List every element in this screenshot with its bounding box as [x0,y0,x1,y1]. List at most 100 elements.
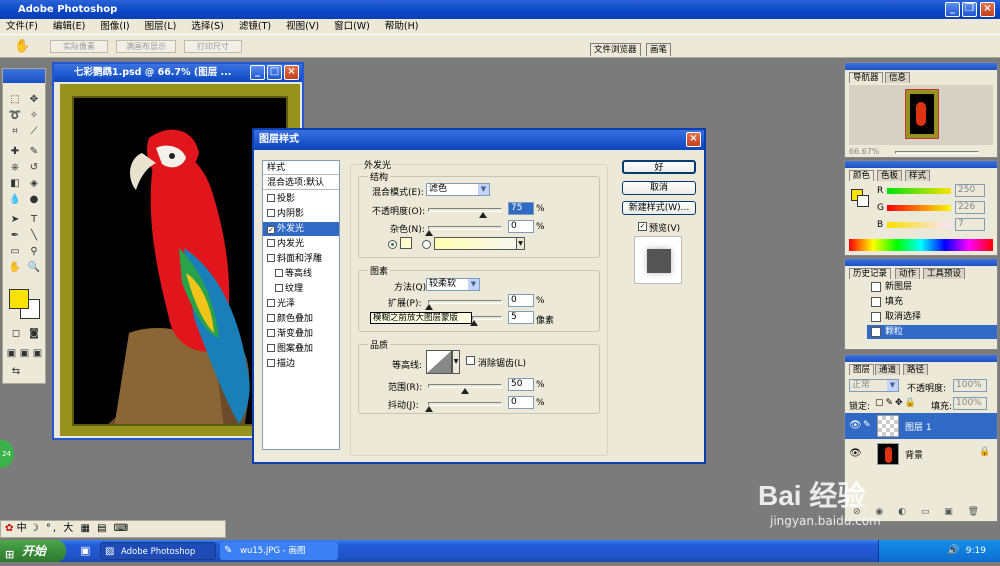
menu-edit[interactable]: 编辑(E) [47,19,91,34]
tab-color[interactable]: 颜色 [849,170,875,181]
b-channel-slider[interactable] [887,222,951,228]
standard-mode-icon[interactable]: ◻ [7,327,25,340]
opacity-slider-thumb[interactable] [479,212,487,218]
cancel-button[interactable]: 取消 [622,181,696,195]
layer-name[interactable]: 图层 1 [905,420,932,433]
tab-channels[interactable]: 通道 [875,364,901,375]
menu-window[interactable]: 窗口(W) [328,19,376,34]
opacity-slider[interactable] [428,208,502,218]
opacity-input[interactable]: 75 [508,202,534,215]
checkbox[interactable] [267,344,275,352]
blend-mode-select[interactable]: 滤色 ▼ [426,183,490,196]
notes-tool-icon[interactable]: ▭ [6,245,24,258]
zoom-tool-icon[interactable]: 🔍 [25,261,43,274]
history-item[interactable]: 新图层 [867,280,997,294]
antialias-checkbox[interactable] [466,356,475,365]
eyedropper-icon[interactable]: ⚲ [25,245,43,258]
fit-on-screen-button[interactable]: 满画布显示 [116,40,176,53]
method-select[interactable]: 较柔软 ▼ [426,278,480,291]
tab-history[interactable]: 历史记录 [849,268,892,279]
glow-color-swatch[interactable] [400,237,412,249]
line-tool-icon[interactable]: ╲ [25,229,43,242]
print-size-button[interactable]: 打印尺寸 [184,40,242,53]
doc-minimize-button[interactable]: _ [250,65,265,80]
range-input[interactable]: 50 [508,378,534,391]
style-list-header[interactable]: 样式 [263,161,339,175]
eraser-tool-icon[interactable]: ◧ [6,177,24,190]
history-item[interactable]: 取消选择 [867,310,997,324]
ime-mode[interactable]: 中 [17,523,27,534]
tab-tool-presets[interactable]: 工具预设 [923,268,966,279]
tab-actions[interactable]: 动作 [895,268,921,279]
history-brush-icon[interactable]: ↺ [25,161,43,174]
new-style-button[interactable]: 新建样式(W)... [622,201,696,215]
range-slider-thumb[interactable] [461,388,469,394]
jitter-slider-thumb[interactable] [425,406,433,412]
color-background-swatch[interactable] [857,195,869,207]
screen-mode-1-icon[interactable]: ▣ [5,347,18,360]
zoom-value[interactable]: 66.67% [849,147,880,156]
taskbar-item-photoshop[interactable]: ▨ Adobe Photoshop [100,542,216,560]
spread-slider-thumb[interactable] [425,304,433,310]
volume-icon[interactable]: 🔊 [947,540,959,562]
checkbox[interactable] [267,254,275,262]
contour-dropdown-icon[interactable]: ▼ [452,350,460,374]
healing-brush-icon[interactable]: ✚ [6,145,24,158]
jitter-slider[interactable] [425,402,502,412]
size-slider[interactable] [470,316,502,326]
jump-to-imageready-icon[interactable]: ⇆ [7,365,25,378]
b-channel-input[interactable]: 7 [955,218,985,231]
eye-icon[interactable]: 👁 [849,448,862,459]
crop-tool-icon[interactable]: ⌗ [6,125,24,138]
menu-layer[interactable]: 图层(L) [139,19,183,34]
tab-paths[interactable]: 路径 [903,364,929,375]
style-item-color-overlay[interactable]: 颜色叠加 [263,312,339,326]
history-item-selected[interactable]: 颗粒 [867,325,997,339]
brush-link-icon[interactable]: ✎ [863,420,871,430]
menu-filter[interactable]: 滤镜(T) [233,19,277,34]
checkbox[interactable] [267,314,275,322]
screen-mode-3-icon[interactable]: ▣ [31,347,44,360]
g-channel-slider[interactable] [887,205,951,211]
doc-close-button[interactable]: × [284,65,299,80]
checkbox[interactable] [267,359,275,367]
preview-checkbox[interactable]: ✓ [638,222,647,231]
spread-slider[interactable] [425,300,502,310]
eye-icon[interactable]: 👁 [849,420,862,431]
foreground-color-front[interactable] [9,289,29,309]
checkbox[interactable] [275,284,283,292]
jitter-input[interactable]: 0 [508,396,534,409]
menu-file[interactable]: 文件(F) [0,19,44,34]
dodge-tool-icon[interactable]: ● [25,193,43,206]
paint-bucket-icon[interactable]: ◈ [25,177,43,190]
tab-swatches[interactable]: 色板 [877,170,903,181]
marquee-tool-icon[interactable]: ⬚ [6,93,24,106]
hand-tool-icon[interactable]: ✋ [14,39,30,54]
screen-mode-2-icon[interactable]: ▣ [18,347,31,360]
ime-toolbar-icons[interactable]: ☽ °, 大 ▦ ▤ ⌨ [30,523,130,534]
slice-tool-icon[interactable]: ⟋ [25,125,43,138]
range-slider[interactable] [428,384,502,394]
style-item-inner-glow[interactable]: 内发光 [263,237,339,251]
tab-styles[interactable]: 样式 [905,170,931,181]
doc-maximize-button[interactable]: □ [267,65,282,80]
restore-button[interactable]: ❐ [962,2,977,17]
style-item-outer-glow[interactable]: ✓ 外发光 [263,222,339,236]
gradient-dropdown-icon[interactable]: ▼ [516,237,525,250]
style-item-inner-shadow[interactable]: 内阴影 [263,207,339,221]
color-spectrum-bar[interactable] [849,239,993,251]
checkbox[interactable] [267,209,275,217]
actual-pixels-button[interactable]: 实际像素 [50,40,108,53]
checkbox[interactable] [267,299,275,307]
dialog-close-button[interactable]: × [686,132,701,147]
checkbox[interactable] [267,329,275,337]
gradient-radio[interactable] [422,240,431,249]
hand-tool-icon[interactable]: ✋ [6,261,24,274]
start-button[interactable]: ⊞ 开始 [0,540,66,562]
tab-file-browser[interactable]: 文件浏览器 [590,43,641,56]
glow-gradient-picker[interactable] [434,237,524,250]
g-channel-input[interactable]: 226 [955,201,985,214]
ok-button[interactable]: 好 [622,160,696,174]
pen-tool-icon[interactable]: ✒ [6,229,24,242]
noise-slider[interactable] [425,226,502,236]
